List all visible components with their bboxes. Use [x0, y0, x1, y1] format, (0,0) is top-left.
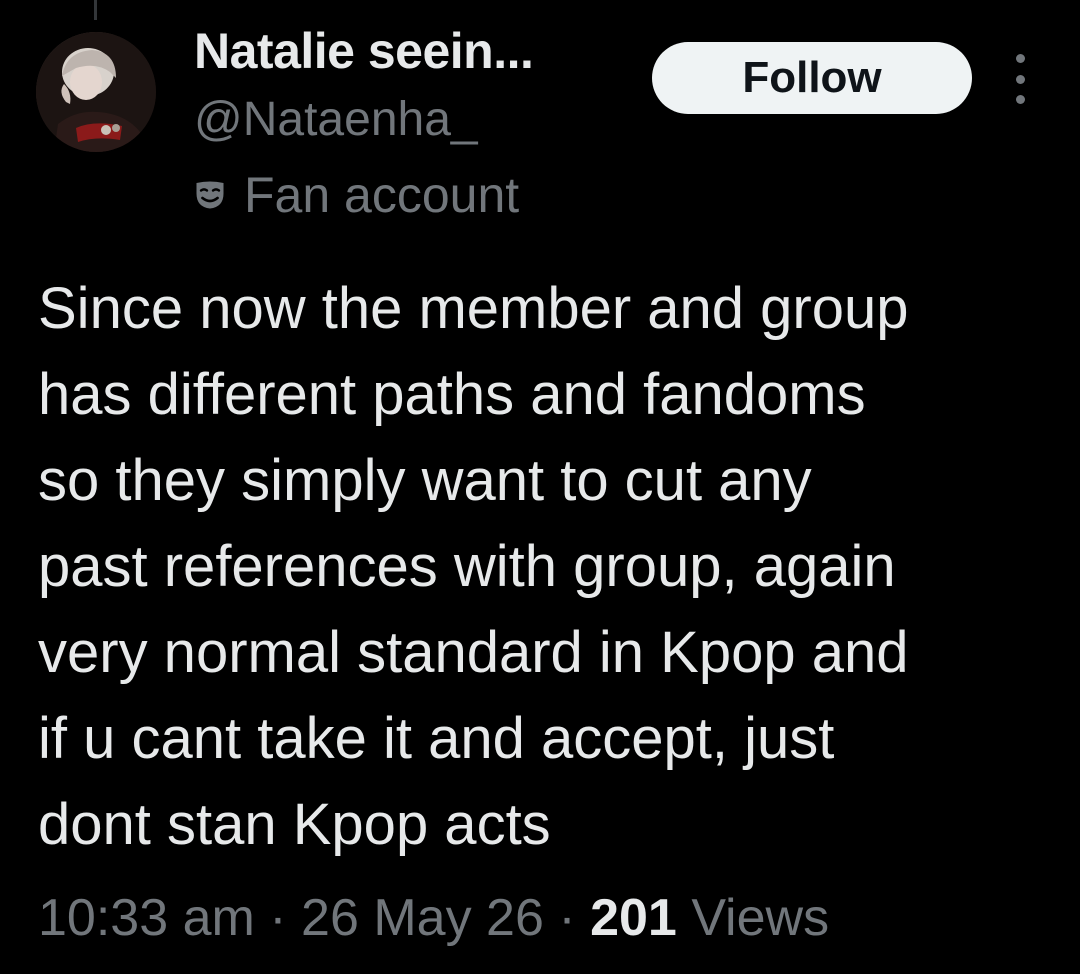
avatar[interactable] [36, 32, 156, 152]
follow-button[interactable]: Follow [652, 42, 972, 114]
tweet-meta: 10:33 am · 26 May 26 · 201 Views [38, 888, 829, 948]
more-dot [1015, 74, 1025, 84]
meta-separator: · [269, 889, 287, 947]
views-label: Views [691, 889, 830, 947]
thread-connector-line [94, 0, 97, 20]
meta-separator: · [558, 889, 576, 947]
more-vertical-icon[interactable] [1006, 54, 1034, 104]
tweet-time[interactable]: 10:33 am [38, 889, 255, 947]
more-dot [1015, 95, 1025, 104]
avatar-photo [36, 32, 156, 152]
tweet-text: Since now the member and group has diffe… [38, 276, 909, 857]
views-count[interactable]: 201 [590, 889, 677, 947]
account-label: Fan account [192, 166, 519, 224]
more-dot [1015, 54, 1025, 63]
account-label-text: Fan account [244, 167, 520, 223]
author-handle[interactable]: @Nataenha_ [194, 92, 478, 147]
author-display-name[interactable]: Natalie seein... [194, 22, 534, 80]
theater-mask-icon [196, 181, 224, 209]
tweet-date[interactable]: 26 May 26 [301, 889, 544, 947]
